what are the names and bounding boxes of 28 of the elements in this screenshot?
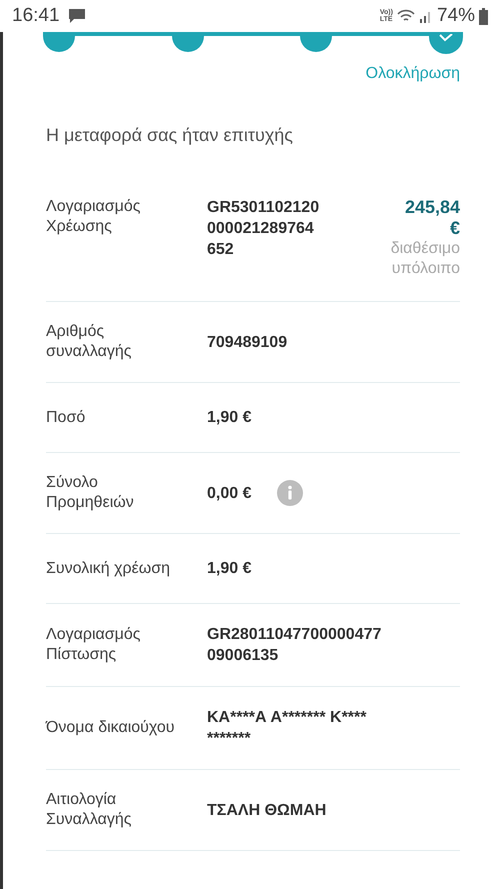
step-label: Ολοκλήρωση — [366, 64, 460, 84]
balance-amount: 245,84 € — [404, 197, 460, 239]
success-message: Η μεταφορά σας ήταν επιτυχής — [46, 124, 294, 147]
battery-icon — [479, 8, 488, 24]
field-label: Όνομα δικαιούχου — [46, 718, 176, 738]
wifi-icon — [396, 9, 415, 23]
clock: 16:41 — [12, 4, 60, 28]
message-icon — [68, 8, 86, 24]
field-value: ΤΣΑΛΗ ΘΩΜΑΗ — [207, 800, 328, 820]
field-value: ΚΑ****Α Α******* Κ**** ******* — [207, 708, 368, 749]
field-label: Αιτιολογία Συναλλαγής — [46, 790, 133, 830]
info-icon[interactable] — [277, 480, 304, 506]
battery-level: 74% — [436, 4, 475, 28]
field-value: GR2801104770000047709006135 — [207, 625, 382, 666]
field-value: GR5301102120000021289764652 — [207, 198, 320, 260]
field-label: Αριθμός συναλλαγής — [46, 322, 132, 362]
field-label: Ποσό — [46, 408, 86, 428]
field-value: 0,00 € — [207, 484, 252, 504]
field-label: Λογαριασμός Πίστωσης — [46, 625, 142, 665]
field-label: Συνολική χρέωση — [46, 558, 172, 578]
field-value: 709489109 — [207, 332, 288, 352]
field-value: 1,90 € — [207, 559, 252, 579]
field-label: Λογαριασμός Χρέωσης — [46, 197, 142, 237]
check-icon — [438, 34, 453, 42]
signal-icon — [418, 9, 433, 23]
balance-caption: διαθέσιμο υπόλοιπο — [390, 239, 460, 279]
field-value: 1,90 € — [207, 408, 252, 428]
field-label: Σύνολο Προμηθειών — [46, 473, 135, 513]
